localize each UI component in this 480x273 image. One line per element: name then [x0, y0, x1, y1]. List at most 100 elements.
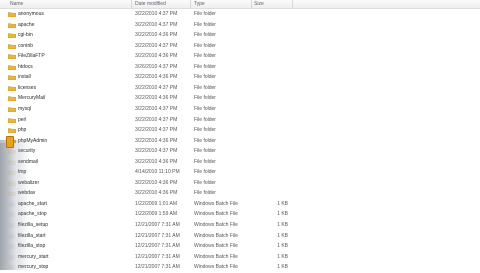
file-size	[258, 146, 288, 157]
file-row[interactable]: licenses 3/22/2010 4:37 PM File folder	[0, 83, 300, 94]
file-row[interactable]: apache_stop 1/22/2009 1:59 AM Windows Batc…	[0, 209, 300, 220]
file-type: File folder	[194, 42, 216, 49]
file-type: File folder	[194, 84, 216, 91]
column-divider[interactable]	[190, 0, 191, 8]
file-row[interactable]: cgi-bin 3/22/2010 4:36 PM File folder	[0, 30, 300, 41]
file-row[interactable]: htdocs 3/26/2010 4:37 PM File folder	[0, 62, 300, 73]
file-row[interactable]: contrib 3/22/2010 4:37 PM File folder	[0, 41, 300, 52]
file-type: File folder	[194, 179, 216, 186]
file-type: File folder	[194, 116, 216, 123]
folder-icon	[8, 86, 16, 91]
file-name: php	[18, 127, 27, 134]
file-name: anonymous	[18, 11, 44, 17]
column-divider[interactable]	[292, 0, 293, 8]
file-name: webalizer	[18, 178, 128, 189]
file-size: 1 KB	[277, 253, 288, 260]
file-row[interactable]: filezilla_start 12/21/2007 7:31 AM Windows…	[0, 231, 300, 242]
file-name: perl	[18, 116, 27, 123]
file-name: mercury_stop	[18, 264, 49, 271]
file-size	[258, 9, 288, 20]
file-name: security	[18, 146, 128, 157]
file-row[interactable]: perl 3/22/2010 4:37 PM File folder	[0, 115, 300, 126]
file-type: Windows Batch File	[194, 232, 238, 239]
column-header-type[interactable]: Type	[194, 0, 205, 8]
column-divider[interactable]	[131, 0, 132, 8]
folder-icon	[8, 96, 16, 102]
file-date: 3/22/2010 4:37 PM	[135, 148, 178, 155]
file-size	[258, 136, 288, 147]
file-row[interactable]: webdav 3/22/2010 4:36 PM File folder	[0, 188, 300, 199]
file-name: filezilla_start	[18, 232, 46, 239]
file-row[interactable]: anonymous 3/22/2010 4:37 PM File folder	[0, 9, 300, 20]
file-row[interactable]: phpMyAdmin 3/22/2010 4:36 PM File folder	[0, 136, 300, 147]
file-size: 1 KB	[277, 243, 288, 250]
file-date: 3/22/2010 4:36 PM	[135, 179, 178, 186]
file-type: File folder	[194, 105, 216, 112]
column-divider[interactable]	[251, 0, 252, 8]
file-size: 1 KB	[277, 264, 288, 271]
column-header-date[interactable]: Date modified	[135, 0, 166, 8]
file-row[interactable]: mysql 3/22/2010 4:37 PM File folder	[0, 104, 300, 115]
file-row[interactable]: php 3/22/2010 4:37 PM File folder	[0, 125, 300, 136]
file-row[interactable]: install 3/22/2010 4:36 PM File folder	[0, 72, 300, 83]
file-name: MercuryMail	[18, 95, 46, 102]
file-type: File folder	[194, 63, 216, 70]
file-row[interactable]: FileZillaFTP 3/22/2010 4:36 PM File folder	[0, 51, 300, 62]
file-date: 3/26/2010 4:37 PM	[135, 63, 178, 70]
file-date: 3/22/2010 4:36 PM	[135, 190, 178, 197]
file-type: Windows Batch File	[194, 200, 238, 207]
file-size	[258, 72, 288, 83]
file-type: File folder	[194, 127, 216, 134]
file-type: Windows Batch File	[194, 243, 238, 250]
file-type: File folder	[194, 137, 216, 144]
file-row[interactable]: MercuryMail 3/22/2010 4:36 PM File folder	[0, 93, 300, 104]
file-type: File folder	[194, 53, 216, 60]
column-header-name[interactable]: Name	[10, 0, 23, 8]
file-type: File folder	[194, 190, 216, 197]
file-type: Windows Batch File	[194, 222, 238, 228]
file-date: 12/21/2007 7:31 AM	[135, 243, 180, 250]
file-row[interactable]: apache_start 1/22/2009 1:01 AM Windows Bat…	[0, 199, 300, 210]
file-name: mysql	[18, 105, 32, 112]
file-type: File folder	[194, 95, 216, 102]
window-edge-overlay	[0, 143, 17, 270]
file-name: sendmail	[18, 157, 128, 168]
file-name: mercury_start	[18, 253, 49, 260]
file-type: File folder	[194, 169, 216, 176]
file-name: apache	[18, 21, 35, 28]
file-row[interactable]: security 3/22/2010 4:37 PM File folder	[0, 146, 300, 157]
file-name: install	[18, 74, 31, 81]
file-size	[258, 93, 288, 104]
file-date: 3/22/2010 4:36 PM	[135, 158, 178, 165]
column-header-size[interactable]: Size	[254, 0, 264, 8]
file-row[interactable]: webalizer 3/22/2010 4:36 PM File folder	[0, 178, 300, 189]
file-size	[258, 167, 288, 178]
column-header-bar: Name Date modified Type Size	[0, 0, 480, 9]
folder-tab-icon[interactable]	[6, 136, 14, 148]
file-date: 3/22/2010 4:37 PM	[135, 42, 178, 49]
file-type: File folder	[194, 74, 216, 81]
file-row[interactable]: filezilla_setup 12/21/2007 7:31 AM Windows…	[0, 220, 300, 231]
file-size	[258, 62, 288, 73]
folder-icon	[8, 33, 16, 39]
file-row[interactable]: tmp 4/14/2010 11:10 PM File folder	[0, 167, 300, 178]
file-date: 3/22/2010 4:36 PM	[135, 53, 178, 60]
file-size: 1 KB	[277, 222, 288, 228]
file-date: 12/21/2007 7:31 AM	[135, 264, 180, 271]
file-row[interactable]: sendmail 3/22/2010 4:36 PM File folder	[0, 157, 300, 168]
file-row[interactable]: mercury_stop 12/21/2007 7:31 AM Windows Ba…	[0, 262, 300, 273]
file-type: Windows Batch File	[194, 253, 238, 260]
folder-icon	[8, 44, 16, 49]
folder-icon	[8, 54, 16, 60]
file-type: File folder	[194, 11, 216, 17]
file-name: tmp	[18, 167, 128, 178]
file-row[interactable]: mercury_start 12/21/2007 7:31 AM Windows B…	[0, 252, 300, 263]
file-size: 1 KB	[277, 211, 288, 218]
file-size	[258, 51, 288, 62]
folder-icon	[8, 107, 16, 112]
file-size	[258, 115, 288, 126]
file-date: 12/21/2007 7:31 AM	[135, 253, 180, 260]
file-row[interactable]: apache 3/22/2010 4:37 PM File folder	[0, 20, 300, 31]
file-row[interactable]: filezilla_stop 12/21/2007 7:31 AM Windows …	[0, 241, 300, 252]
folder-icon	[8, 12, 16, 17]
